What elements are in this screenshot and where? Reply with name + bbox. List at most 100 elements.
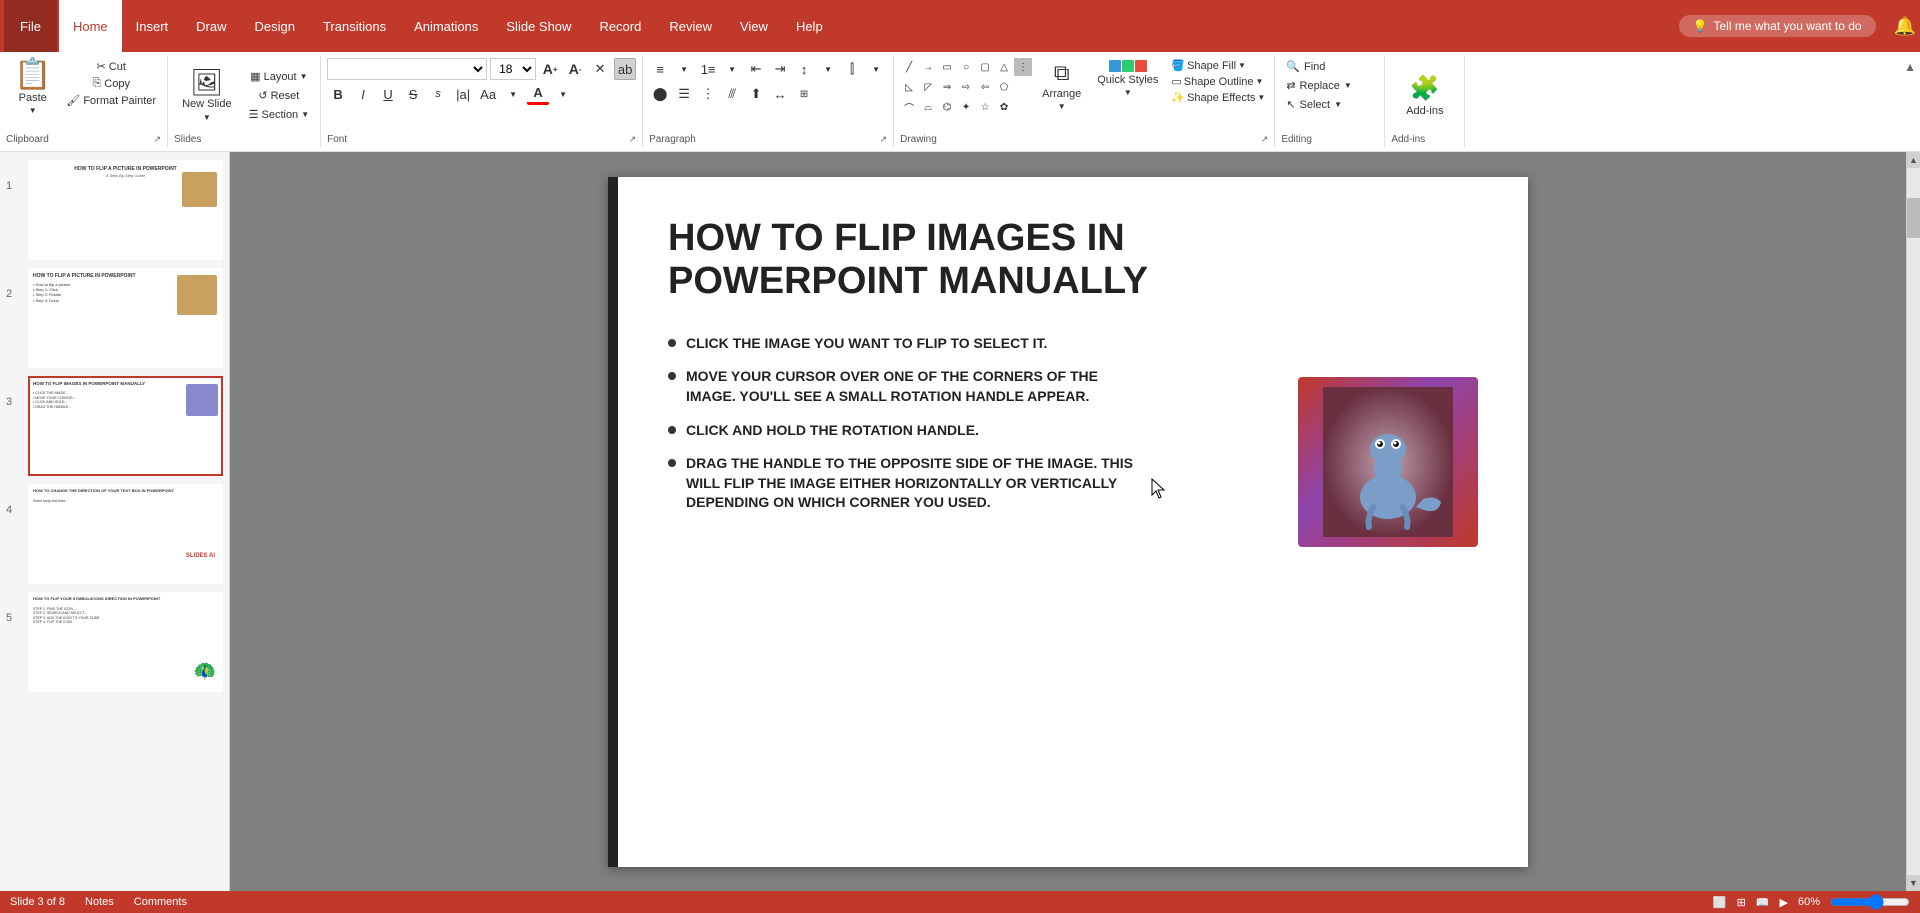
slide-thumbnail-2[interactable]: HOW TO FLIP A PICTURE IN POWERPOINT • Ho… [28, 268, 223, 368]
shape-arrow2-btn[interactable]: ⇒ [938, 78, 956, 96]
shape-arrow-btn[interactable]: → [919, 58, 937, 76]
zoom-slider[interactable] [1830, 894, 1910, 910]
shape-rounded-btn[interactable]: ▢ [976, 58, 994, 76]
tab-transitions[interactable]: Transitions [309, 0, 400, 52]
underline-button[interactable]: U [377, 83, 399, 105]
line-spacing-button[interactable]: ↕ [793, 58, 815, 80]
slide-thumbnail-5[interactable]: HOW TO FLIP YOUR SYMBOL/ICONS DIRECTION … [28, 592, 223, 692]
shape-triangle-btn[interactable]: △ [995, 58, 1013, 76]
tab-file[interactable]: File [4, 0, 57, 52]
shape-s5-btn[interactable]: ☆ [976, 98, 994, 116]
shape-s6-btn[interactable]: ✿ [995, 98, 1013, 116]
tell-me-input[interactable]: 💡 Tell me what you want to do [1679, 15, 1876, 37]
arrange-button[interactable]: ⧉ Arrange ▼ [1036, 58, 1087, 113]
section-button[interactable]: ☰ Section ▼ [244, 106, 315, 123]
highlight-button[interactable]: ab [614, 58, 636, 80]
tab-draw[interactable]: Draw [182, 0, 240, 52]
drawing-expand-icon[interactable]: ↗ [1261, 134, 1269, 145]
paragraph-expand-icon[interactable]: ↗ [880, 134, 888, 145]
slide-thumb-1[interactable]: 1 HOW TO FLIP A PICTURE IN POWERPOINT A … [6, 160, 223, 260]
paste-button[interactable]: 📋 Paste ▼ [6, 58, 59, 117]
increase-indent-button[interactable]: ⇥ [769, 58, 791, 80]
shape-arrow3-btn[interactable]: ⇨ [957, 78, 975, 96]
layout-button[interactable]: ▦ Layout ▼ [244, 68, 315, 85]
decrease-indent-button[interactable]: ⇤ [745, 58, 767, 80]
slide-canvas[interactable]: HOW TO FLIP IMAGES INPOWERPOINT MANUALLY… [608, 177, 1528, 867]
tab-insert[interactable]: Insert [122, 0, 183, 52]
view-slide-sorter-icon[interactable]: ⊞ [1737, 896, 1746, 909]
shape-s4-btn[interactable]: ✦ [957, 98, 975, 116]
text-direction-button[interactable]: ⬆ [745, 83, 767, 105]
font-size-selector[interactable]: 18 [490, 58, 536, 80]
vertical-scrollbar[interactable]: ▲ ▼ [1906, 152, 1920, 891]
bullets-chevron[interactable]: ▼ [673, 58, 695, 80]
align-right-button[interactable]: ⋮ [697, 83, 719, 105]
shape-line-btn[interactable]: ╱ [900, 58, 918, 76]
scroll-up-button[interactable]: ▲ [1907, 152, 1920, 168]
char-spacing-button[interactable]: |a| [452, 83, 474, 105]
reset-button[interactable]: ↺ Reset [244, 87, 315, 104]
slide-thumb-4[interactable]: 4 HOW TO CHANGE THE DIRECTION OF YOUR TE… [6, 484, 223, 584]
copy-button[interactable]: ⎘ Copy [61, 75, 161, 92]
bold-button[interactable]: B [327, 83, 349, 105]
slide-thumbnail-3[interactable]: HOW TO FLIP IMAGES IN POWERPOINT MANUALL… [28, 376, 223, 476]
tab-home[interactable]: Home [59, 0, 122, 52]
text-color-chevron[interactable]: ▼ [552, 83, 574, 105]
shape-s2-btn[interactable]: ⌓ [919, 98, 937, 116]
collapse-ribbon-button[interactable]: ▲ [1904, 60, 1916, 74]
align-center-button[interactable]: ☰ [673, 83, 695, 105]
increase-font-size-button[interactable]: A+ [539, 58, 561, 80]
strikethrough-button[interactable]: S [402, 83, 424, 105]
italic-button[interactable]: I [352, 83, 374, 105]
shape-pentagon-btn[interactable]: ⬠ [995, 78, 1013, 96]
shadow-button[interactable]: s [427, 83, 449, 105]
tab-help[interactable]: Help [782, 0, 837, 52]
font-expand-icon[interactable]: ↗ [629, 134, 637, 145]
shape-t1-btn[interactable]: ◺ [900, 78, 918, 96]
scroll-down-button[interactable]: ▼ [1907, 875, 1920, 891]
slide-thumb-2[interactable]: 2 HOW TO FLIP A PICTURE IN POWERPOINT • … [6, 268, 223, 368]
view-presenter-icon[interactable]: ▶ [1780, 896, 1788, 909]
new-slide-button[interactable]: 🖼 New Slide ▼ [174, 65, 240, 126]
tab-animations[interactable]: Animations [400, 0, 492, 52]
numbering-chevron[interactable]: ▼ [721, 58, 743, 80]
select-button[interactable]: ↖ Select ▼ [1281, 96, 1347, 113]
quick-styles-button[interactable]: Quick Styles ▼ [1091, 58, 1164, 99]
font-case-button[interactable]: Aa [477, 83, 499, 105]
shape-s1-btn[interactable]: ⌒ [900, 98, 918, 116]
shape-fill-button[interactable]: 🪣 Shape Fill ▼ [1168, 58, 1268, 73]
add-ins-button[interactable]: 🧩 Add-ins [1396, 70, 1453, 121]
shape-rect-btn[interactable]: ▭ [938, 58, 956, 76]
tab-review[interactable]: Review [655, 0, 726, 52]
shape-circle-btn[interactable]: ○ [957, 58, 975, 76]
shape-t2-btn[interactable]: ◸ [919, 78, 937, 96]
format-painter-button[interactable]: 🖌 Format Painter [61, 92, 161, 109]
justify-button[interactable]: ⫻ [721, 83, 743, 105]
font-case-chevron[interactable]: ▼ [502, 83, 524, 105]
slide-thumb-3[interactable]: 3 HOW TO FLIP IMAGES IN POWERPOINT MANUA… [6, 376, 223, 476]
columns-button[interactable]: ⫿ [841, 58, 863, 80]
slide-thumbnail-4[interactable]: HOW TO CHANGE THE DIRECTION OF YOUR TEXT… [28, 484, 223, 584]
decrease-font-size-button[interactable]: A- [564, 58, 586, 80]
scroll-thumb[interactable] [1907, 198, 1920, 238]
tab-view[interactable]: View [726, 0, 782, 52]
align-left-button[interactable]: ⬤ [649, 83, 671, 105]
columns-chevron[interactable]: ▼ [865, 58, 887, 80]
shape-effects-button[interactable]: ✨ Shape Effects ▼ [1168, 90, 1268, 105]
view-reading-icon[interactable]: 📖 [1756, 896, 1770, 909]
align-text-button[interactable]: ↔ [769, 83, 791, 105]
shape-arrow4-btn[interactable]: ⇦ [976, 78, 994, 96]
shape-s3-btn[interactable]: ⌬ [938, 98, 956, 116]
clear-formatting-button[interactable]: ✕ [589, 58, 611, 80]
tab-design[interactable]: Design [241, 0, 309, 52]
view-normal-icon[interactable]: ⬜ [1713, 896, 1727, 909]
clipboard-expand-icon[interactable]: ↗ [154, 134, 162, 145]
comments-button[interactable]: Comments [134, 896, 187, 908]
smartart-button[interactable]: ⊞ [793, 83, 815, 105]
find-button[interactable]: 🔍 Find [1281, 58, 1330, 75]
shape-outline-button[interactable]: ▭ Shape Outline ▼ [1168, 74, 1268, 89]
text-color-button[interactable]: A [527, 83, 549, 105]
font-name-selector[interactable] [327, 58, 487, 80]
notes-button[interactable]: Notes [85, 896, 114, 908]
cut-button[interactable]: ✂ Cut [61, 58, 161, 75]
